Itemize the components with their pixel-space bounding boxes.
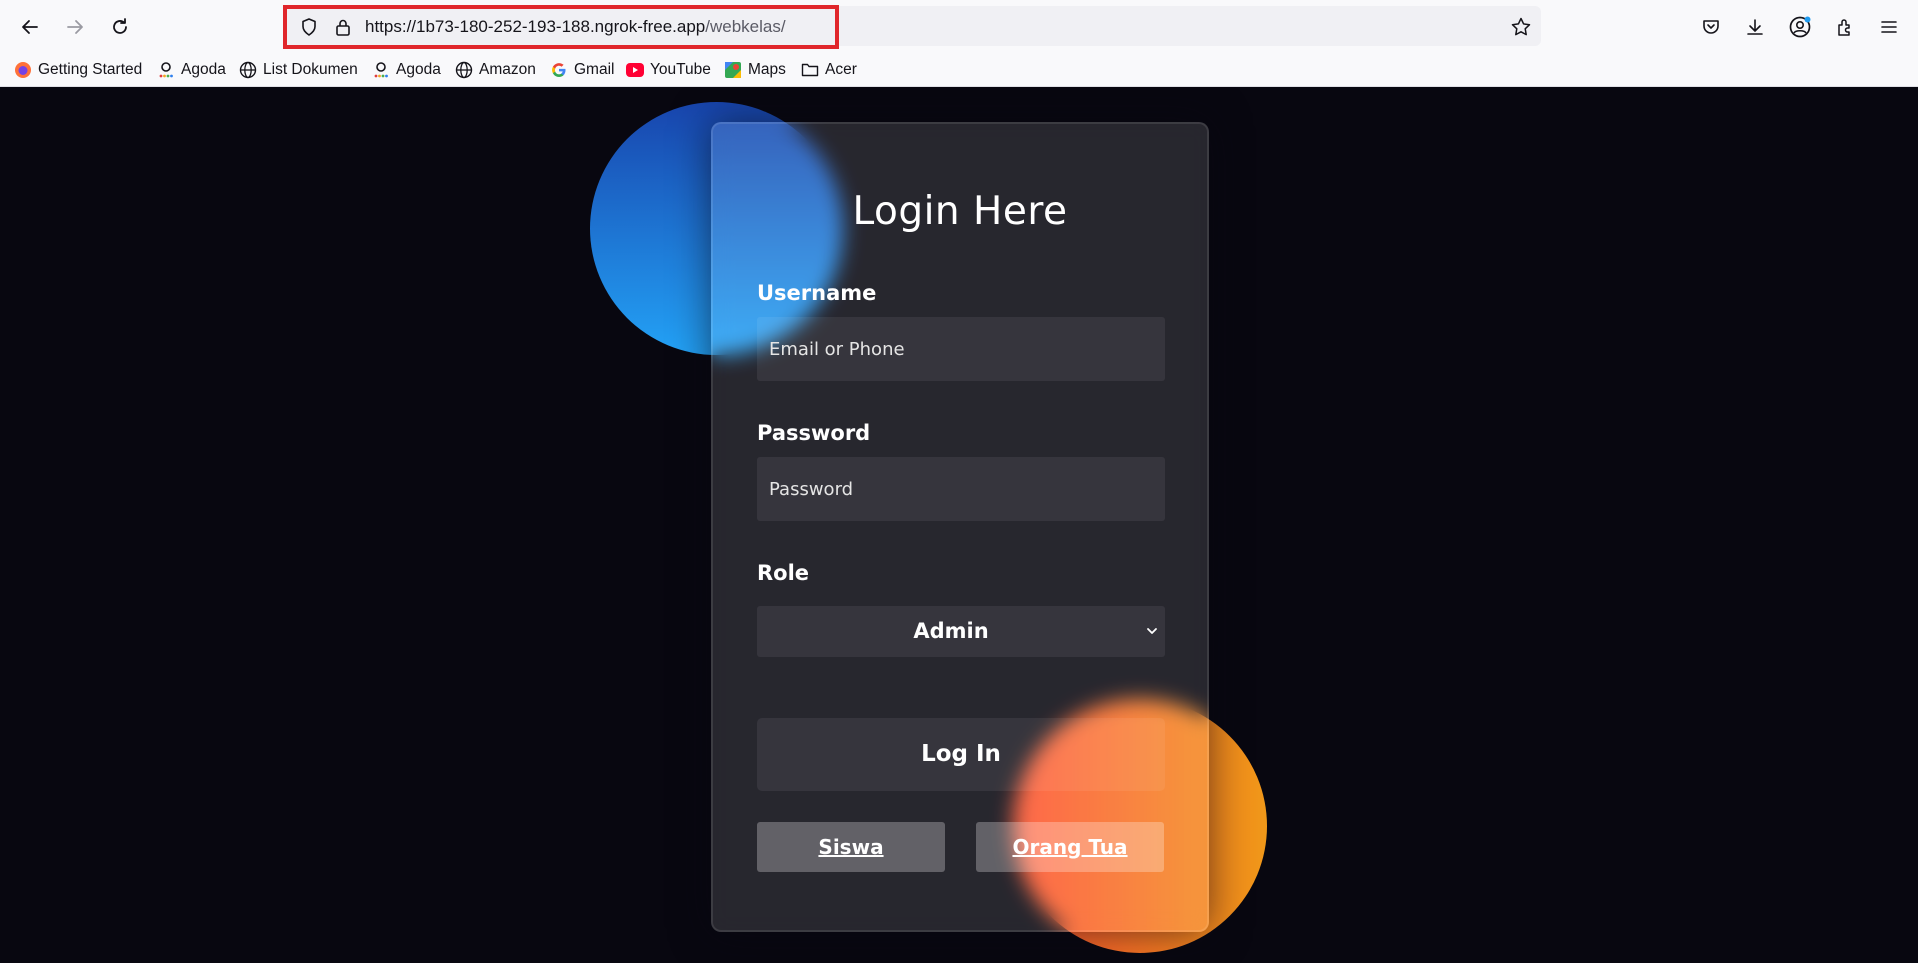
bookmark-youtube[interactable]: YouTube xyxy=(626,59,711,81)
extensions-icon[interactable] xyxy=(1830,12,1860,42)
downloads-icon[interactable] xyxy=(1740,12,1770,42)
back-button[interactable] xyxy=(14,11,46,43)
pocket-icon[interactable] xyxy=(1696,12,1726,42)
globe-icon xyxy=(239,61,257,79)
bookmark-getting-started[interactable]: Getting Started xyxy=(14,59,142,81)
username-label: Username xyxy=(757,281,877,305)
forward-arrow-icon xyxy=(67,20,83,34)
login-form: Login Here Username Password Role Admin … xyxy=(711,122,1209,932)
agoda-icon xyxy=(157,61,175,79)
google-icon xyxy=(550,61,568,79)
chevron-down-icon xyxy=(1147,628,1157,634)
bookmarks-bar: Getting Started Agoda List Dokumen Agoda… xyxy=(0,52,1918,87)
maps-icon xyxy=(724,61,742,79)
bookmark-label: Gmail xyxy=(574,61,615,78)
bookmark-agoda-2[interactable]: Agoda xyxy=(372,59,441,81)
firefox-icon xyxy=(14,61,32,79)
bookmark-label: Getting Started xyxy=(38,61,143,78)
page-content: Login Here Username Password Role Admin … xyxy=(0,87,1918,963)
orang-tua-link[interactable]: Orang Tua xyxy=(976,822,1164,872)
youtube-icon xyxy=(626,61,644,79)
forward-button[interactable] xyxy=(59,11,91,43)
bookmark-label: Acer xyxy=(825,61,857,78)
reload-button[interactable] xyxy=(104,11,136,43)
reload-icon xyxy=(113,18,127,34)
role-selected-value: Admin xyxy=(913,619,989,643)
username-input[interactable] xyxy=(757,317,1165,381)
bookmark-label: Amazon xyxy=(479,61,536,78)
bookmark-label: Agoda xyxy=(181,61,226,78)
bookmark-label: List Dokumen xyxy=(263,61,358,78)
bookmark-maps[interactable]: Maps xyxy=(724,59,786,81)
globe-icon xyxy=(455,61,473,79)
agoda-icon xyxy=(372,61,390,79)
menu-icon[interactable] xyxy=(1874,12,1904,42)
login-button[interactable]: Log In xyxy=(757,718,1165,791)
role-label: Role xyxy=(757,561,810,585)
folder-icon xyxy=(801,61,819,79)
bookmark-amazon[interactable]: Amazon xyxy=(455,59,536,81)
siswa-link[interactable]: Siswa xyxy=(757,822,945,872)
bookmark-folder-acer[interactable]: Acer xyxy=(801,59,857,81)
bookmark-label: YouTube xyxy=(650,61,711,78)
password-input[interactable] xyxy=(757,457,1165,521)
bookmark-list-dokumen[interactable]: List Dokumen xyxy=(239,59,358,81)
back-arrow-icon xyxy=(22,20,38,34)
password-label: Password xyxy=(757,421,871,445)
bookmark-agoda-1[interactable]: Agoda xyxy=(157,59,226,81)
browser-toolbar: https://1b73-180-252-193-188.ngrok-free.… xyxy=(0,0,1918,52)
login-title: Login Here xyxy=(852,189,1068,234)
url-highlight-box xyxy=(283,5,839,49)
role-select[interactable]: Admin xyxy=(757,606,1165,657)
bookmark-star-icon[interactable] xyxy=(1510,16,1532,38)
account-icon[interactable] xyxy=(1785,12,1815,42)
bookmark-gmail[interactable]: Gmail xyxy=(550,59,614,81)
bookmark-label: Agoda xyxy=(396,61,441,78)
bookmark-label: Maps xyxy=(748,61,786,78)
